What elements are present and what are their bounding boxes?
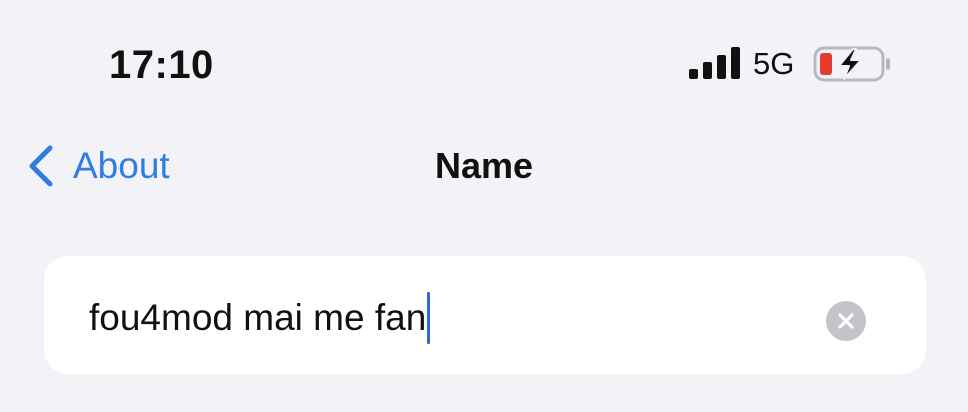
network-type: 5G: [753, 46, 795, 81]
chevron-left-icon: [29, 145, 53, 187]
name-input-value: fou4mod mai me fan: [89, 297, 427, 338]
clear-text-button[interactable]: [826, 301, 866, 341]
page-title: Name: [434, 145, 534, 186]
back-button-label: About: [73, 145, 170, 186]
battery-charging-icon: [813, 46, 890, 82]
back-button[interactable]: About: [24, 140, 170, 192]
name-field[interactable]: fou4mod mai me fan: [44, 256, 926, 374]
name-field-content[interactable]: fou4mod mai me fan: [89, 292, 431, 344]
text-cursor: [427, 292, 431, 344]
cellular-signal-icon: [689, 47, 740, 79]
status-time: 17:10: [109, 43, 214, 87]
clear-circle-icon: [838, 313, 854, 329]
